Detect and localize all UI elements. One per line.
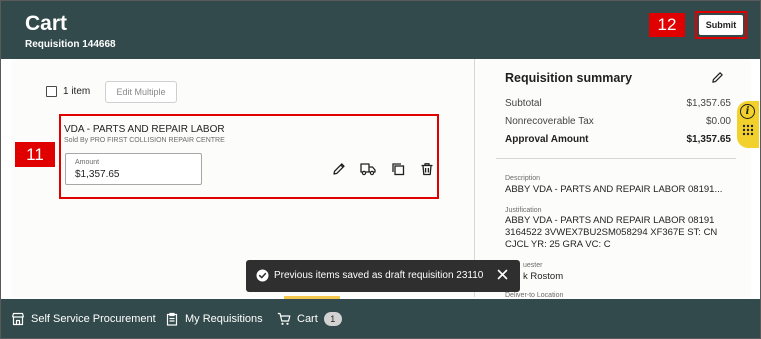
summary-row-approval: Approval Amount $1,357.65 (505, 134, 731, 145)
nav-label: My Requisitions (185, 313, 263, 325)
store-icon (11, 312, 25, 326)
copy-icon[interactable] (389, 160, 407, 178)
summary-row-label: Approval Amount (505, 134, 589, 145)
summary-edit-icon[interactable] (711, 71, 725, 85)
edit-multiple-button[interactable]: Edit Multiple (105, 81, 177, 103)
summary-row-label: Subtotal (505, 98, 542, 109)
summary-divider (496, 158, 736, 159)
line-supplier: Sold By PRO FIRST COLLISION REPAIR CENTR… (64, 137, 225, 144)
cart-icon (277, 312, 291, 325)
toast-message: Previous items saved as draft requisitio… (274, 270, 484, 281)
requester-value: k Rostom (523, 271, 564, 282)
description-value: ABBY VDA - PARTS AND REPAIR LABOR 08191.… (505, 184, 723, 195)
trash-icon[interactable] (418, 160, 436, 178)
description-label: Description (505, 175, 541, 182)
info-icon[interactable]: i (740, 104, 755, 119)
deliver-to-label: Deliver-to Location (505, 292, 564, 299)
nav-my-requisitions[interactable]: My Requisitions (165, 311, 263, 327)
justification-value: ABBY VDA - PARTS AND REPAIR LABOR 08191 … (505, 215, 718, 250)
justification-label: Justification (505, 207, 542, 214)
cart-header (1, 1, 760, 59)
summary-row-label: Nonrecoverable Tax (505, 116, 594, 127)
summary-row-value: $1,357.65 (686, 134, 732, 145)
grid-dots-icon[interactable] (742, 124, 754, 136)
check-circle-icon (256, 269, 269, 282)
item-count: 1 item (63, 86, 91, 97)
close-icon[interactable] (496, 268, 509, 281)
select-all-checkbox[interactable] (46, 86, 57, 97)
clipboard-icon (166, 312, 178, 326)
nav-label: Cart (297, 313, 318, 325)
callout-11: 11 (15, 142, 55, 167)
summary-row-subtotal: Subtotal $1,357.65 (505, 98, 731, 109)
truck-icon[interactable] (359, 160, 377, 178)
submit-highlight (695, 11, 747, 39)
amount-value: $1,357.65 (75, 169, 120, 180)
amount-label: Amount (75, 159, 100, 166)
nav-self-service-procurement[interactable]: Self Service Procurement (11, 311, 156, 327)
page-frame: Cart Requisition 144668 12 Submit 1 item… (0, 0, 761, 339)
line-description[interactable]: VDA - PARTS AND REPAIR LABOR (64, 124, 225, 135)
summary-row-value: $1,357.65 (686, 98, 732, 109)
summary-row-tax: Nonrecoverable Tax $0.00 (505, 116, 731, 127)
page-title: Cart (25, 12, 68, 35)
requester-label: uester (523, 262, 543, 269)
callout-12: 12 (649, 13, 685, 37)
requisition-number: Requisition 144668 (25, 39, 116, 50)
summary-title: Requisition summary (505, 71, 633, 85)
edit-icon[interactable] (330, 160, 348, 178)
nav-label: Self Service Procurement (31, 313, 156, 325)
cart-count-badge: 1 (323, 312, 342, 326)
nav-cart[interactable]: Cart 1 (277, 311, 342, 327)
summary-row-value: $0.00 (705, 116, 731, 127)
